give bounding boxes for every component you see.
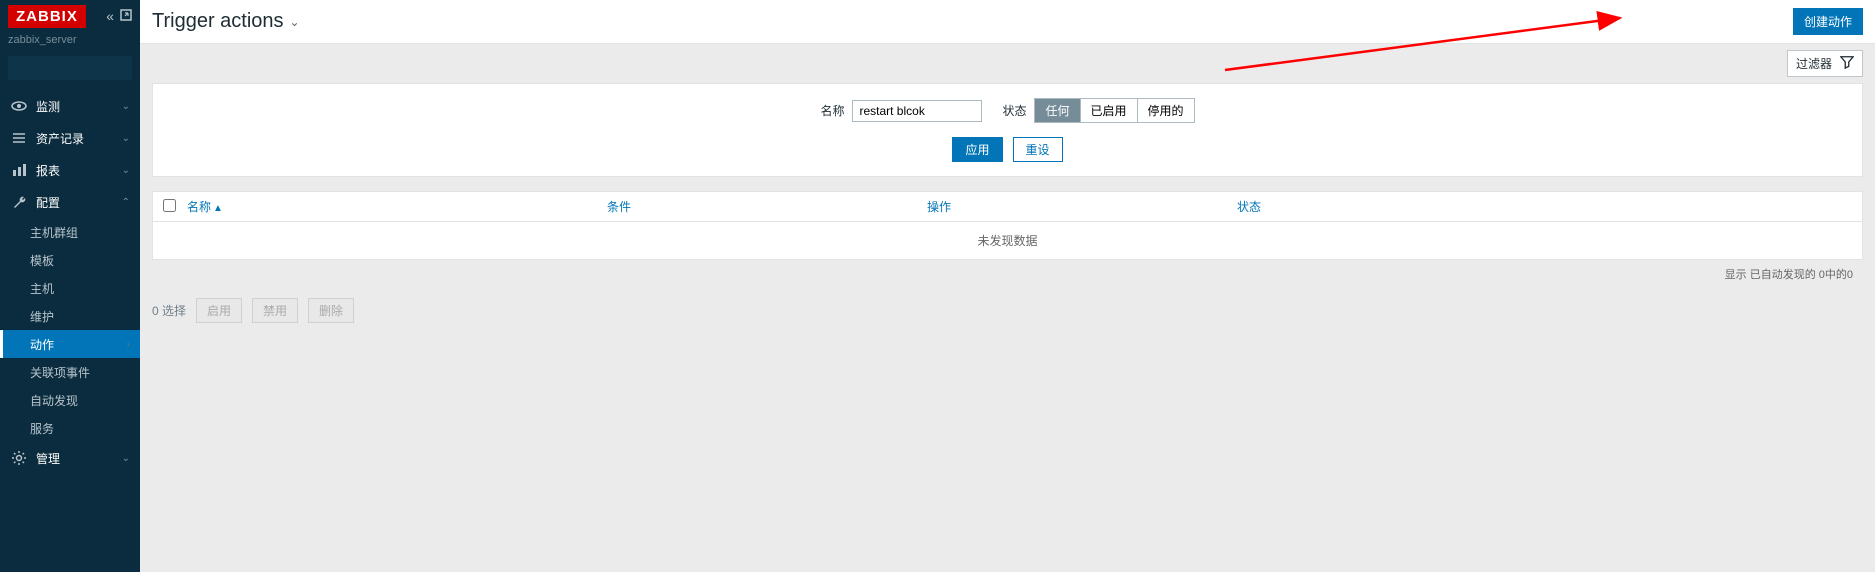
sub-templates[interactable]: 模板 xyxy=(0,246,140,274)
nav-reports-label: 报表 xyxy=(36,162,60,179)
funnel-icon xyxy=(1840,55,1854,72)
col-operations[interactable]: 操作 xyxy=(927,198,1237,215)
filter-status-label: 状态 xyxy=(1002,102,1026,119)
sub-maintenance[interactable]: 维护 xyxy=(0,302,140,330)
sub-hosts[interactable]: 主机 xyxy=(0,274,140,302)
bulk-enable-button[interactable]: 启用 xyxy=(196,298,242,323)
sub-services[interactable]: 服务 xyxy=(0,414,140,442)
table-footer-count: 显示 已自动发现的 0中的0 xyxy=(152,260,1863,288)
no-data-row: 未发现数据 xyxy=(153,222,1862,259)
bulk-actions: 0 选择 启用 禁用 删除 xyxy=(152,298,1863,323)
selected-count: 0 选择 xyxy=(152,302,186,319)
filter-name-field: 名称 xyxy=(820,100,982,122)
bulk-disable-button[interactable]: 禁用 xyxy=(252,298,298,323)
collapse-icon[interactable]: « xyxy=(106,8,114,24)
sort-asc-icon: ▲ xyxy=(213,203,223,214)
chevron-right-icon: › xyxy=(127,339,130,350)
nav-admin[interactable]: 管理 ⌄ xyxy=(0,442,140,474)
wrench-icon xyxy=(10,194,28,210)
filter-bar: 过滤器 xyxy=(140,44,1875,83)
reset-button[interactable]: 重设 xyxy=(1013,137,1063,162)
brand-logo: ZABBIX xyxy=(8,5,86,28)
status-enabled[interactable]: 已启用 xyxy=(1081,99,1138,122)
sub-actions[interactable]: 动作› xyxy=(0,330,140,358)
col-conditions[interactable]: 条件 xyxy=(607,198,927,215)
create-action-button[interactable]: 创建动作 xyxy=(1793,8,1863,35)
nav-reports[interactable]: 报表 ⌄ xyxy=(0,154,140,186)
status-any[interactable]: 任何 xyxy=(1035,99,1080,122)
sub-hostgroups[interactable]: 主机群组 xyxy=(0,218,140,246)
sidebar-search[interactable] xyxy=(8,56,132,80)
nav-admin-label: 管理 xyxy=(36,450,60,467)
main-content: Trigger actions ⌄ 创建动作 过滤器 名称 状态 xyxy=(140,0,1875,572)
list-icon xyxy=(10,130,28,146)
nav-inventory[interactable]: 资产记录 ⌄ xyxy=(0,122,140,154)
chevron-down-icon: ⌄ xyxy=(122,101,130,112)
chevron-up-icon: ⌃ xyxy=(122,197,130,208)
eye-icon xyxy=(10,98,28,114)
status-segments: 任何 已启用 停用的 xyxy=(1034,98,1194,123)
sub-correlation[interactable]: 关联项事件 xyxy=(0,358,140,386)
sub-discovery[interactable]: 自动发现 xyxy=(0,386,140,414)
chevron-down-icon: ⌄ xyxy=(122,453,130,464)
page-header: Trigger actions ⌄ 创建动作 xyxy=(140,0,1875,44)
sidebar: ZABBIX « zabbix_server 监测 ⌄ 资产记录 ⌄ xyxy=(0,0,140,572)
page-title[interactable]: Trigger actions ⌄ xyxy=(152,10,300,33)
server-name: zabbix_server xyxy=(0,32,140,52)
nav-monitor-label: 监测 xyxy=(36,98,60,115)
nav-config[interactable]: 配置 ⌃ xyxy=(0,186,140,218)
expand-frame-icon[interactable] xyxy=(120,8,132,24)
filter-panel: 名称 状态 任何 已启用 停用的 应用 重设 xyxy=(152,83,1863,177)
nav-inventory-label: 资产记录 xyxy=(36,130,84,147)
status-disabled[interactable]: 停用的 xyxy=(1138,99,1194,122)
chevron-down-icon: ⌄ xyxy=(290,15,300,29)
filter-toggle[interactable]: 过滤器 xyxy=(1787,50,1863,77)
filter-status-field: 状态 任何 已启用 停用的 xyxy=(1002,98,1194,123)
filter-name-label: 名称 xyxy=(820,102,844,119)
col-name[interactable]: 名称▲ xyxy=(187,198,607,215)
filter-name-input[interactable] xyxy=(852,100,982,122)
chart-icon xyxy=(10,162,28,178)
gear-icon xyxy=(10,450,28,466)
chevron-down-icon: ⌄ xyxy=(122,133,130,144)
logo-row: ZABBIX « xyxy=(0,0,140,32)
nav-monitor[interactable]: 监测 ⌄ xyxy=(0,90,140,122)
col-status[interactable]: 状态 xyxy=(1237,198,1852,215)
select-all-checkbox[interactable] xyxy=(163,199,176,212)
actions-table: 名称▲ 条件 操作 状态 未发现数据 xyxy=(152,191,1863,260)
nav-config-label: 配置 xyxy=(36,194,60,211)
table-head: 名称▲ 条件 操作 状态 xyxy=(153,192,1862,222)
bulk-delete-button[interactable]: 删除 xyxy=(308,298,354,323)
chevron-down-icon: ⌄ xyxy=(122,165,130,176)
apply-button[interactable]: 应用 xyxy=(952,137,1002,162)
